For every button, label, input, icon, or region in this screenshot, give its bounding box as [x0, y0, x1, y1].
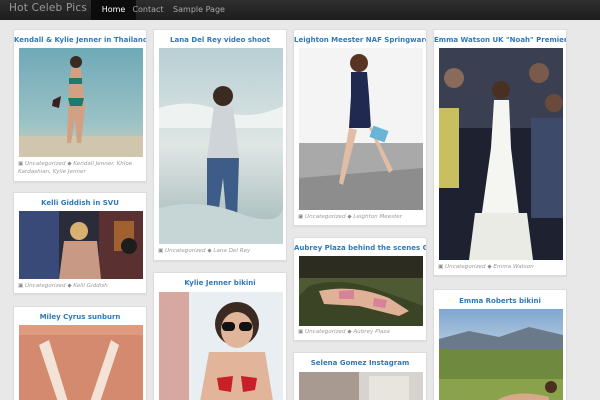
site-brand[interactable]: Hot Celeb Pics [9, 2, 87, 14]
post-title[interactable]: Kylie Jenner bikini [154, 279, 286, 287]
post-thumbnail[interactable] [19, 325, 143, 400]
tag-icon: ◆ [67, 283, 72, 289]
post-card-miley-cyrus: Miley Cyrus sunburn [13, 306, 147, 400]
post-title[interactable]: Leighton Meester NAF Springware [294, 36, 426, 44]
post-title[interactable]: Lana Del Rey video shoot [154, 36, 286, 44]
post-tags[interactable]: Leighton Meester [353, 214, 402, 220]
post-card-kendall-kylie: Kendall & Kylie Jenner in Thailand ▣ Unc… [13, 29, 147, 182]
post-tags[interactable]: Emma Watson [493, 264, 533, 270]
post-title[interactable]: Aubrey Plaza behind the scenes GQ [294, 244, 426, 252]
post-card-kylie-jenner-bikini: Kylie Jenner bikini [153, 272, 287, 400]
post-meta: ▣ Uncategorized ◆ Aubrey Plaza [298, 328, 423, 336]
post-title[interactable]: Miley Cyrus sunburn [14, 313, 146, 321]
post-thumbnail[interactable] [19, 48, 143, 157]
post-title[interactable]: Emma Watson UK "Noah" Premier [434, 36, 566, 44]
tag-icon: ◆ [207, 248, 212, 254]
folder-icon: ▣ [158, 248, 164, 254]
nav-contact[interactable]: Contact [126, 0, 170, 20]
post-category[interactable]: Uncategorized [445, 264, 486, 270]
post-tags[interactable]: Kelli Giddish [73, 283, 107, 289]
post-card-selena-gomez: Selena Gomez Instagram [293, 352, 427, 400]
post-category[interactable]: Uncategorized [305, 214, 346, 220]
nav-sample-page[interactable]: Sample Page [170, 0, 228, 20]
folder-icon: ▣ [18, 283, 24, 289]
post-thumbnail[interactable] [299, 256, 423, 326]
post-tags[interactable]: Lana Del Rey [213, 248, 250, 254]
post-card-emma-watson: Emma Watson UK "Noah" Premier ▣ Uncatego… [433, 29, 567, 276]
post-meta: ▣ Uncategorized ◆ Kendall Jenner, Khloe … [18, 160, 143, 176]
post-card-lana-del-rey: Lana Del Rey video shoot ▣ Uncategorized… [153, 29, 287, 261]
navbar: Hot Celeb Pics Home Contact Sample Page [0, 0, 600, 20]
post-meta: ▣ Uncategorized ◆ Leighton Meester [298, 213, 423, 221]
post-category[interactable]: Uncategorized [305, 329, 346, 335]
post-thumbnail[interactable] [439, 48, 563, 260]
post-category[interactable]: Uncategorized [25, 161, 66, 167]
post-category[interactable]: Uncategorized [25, 283, 66, 289]
post-thumbnail[interactable] [439, 309, 563, 400]
post-category[interactable]: Uncategorized [165, 248, 206, 254]
post-card-emma-roberts: Emma Roberts bikini [433, 289, 567, 400]
post-title[interactable]: Kelli Giddish in SVU [14, 199, 146, 207]
post-card-leighton-meester: Leighton Meester NAF Springware ▣ Uncate… [293, 29, 427, 226]
post-thumbnail[interactable] [159, 292, 283, 400]
tag-icon: ◆ [347, 329, 352, 335]
tag-icon: ◆ [487, 264, 492, 270]
post-tags[interactable]: Aubrey Plaza [353, 329, 389, 335]
post-card-aubrey-plaza: Aubrey Plaza behind the scenes GQ ▣ Unca… [293, 237, 427, 341]
folder-icon: ▣ [18, 161, 24, 167]
tag-icon: ◆ [347, 214, 352, 220]
folder-icon: ▣ [438, 264, 444, 270]
tag-icon: ◆ [67, 161, 72, 167]
post-thumbnail[interactable] [299, 48, 423, 210]
post-title[interactable]: Kendall & Kylie Jenner in Thailand [14, 36, 146, 44]
folder-icon: ▣ [298, 214, 304, 220]
post-meta: ▣ Uncategorized ◆ Kelli Giddish [18, 282, 143, 290]
post-thumbnail[interactable] [19, 211, 143, 279]
post-thumbnail[interactable] [159, 48, 283, 244]
post-meta: ▣ Uncategorized ◆ Lana Del Rey [158, 247, 283, 255]
post-thumbnail[interactable] [299, 372, 423, 400]
folder-icon: ▣ [298, 329, 304, 335]
post-title[interactable]: Selena Gomez Instagram [294, 359, 426, 367]
post-card-kelli-giddish: Kelli Giddish in SVU ▣ Uncategorized ◆ K… [13, 192, 147, 294]
post-title[interactable]: Emma Roberts bikini [434, 297, 566, 305]
post-meta: ▣ Uncategorized ◆ Emma Watson [438, 263, 563, 271]
